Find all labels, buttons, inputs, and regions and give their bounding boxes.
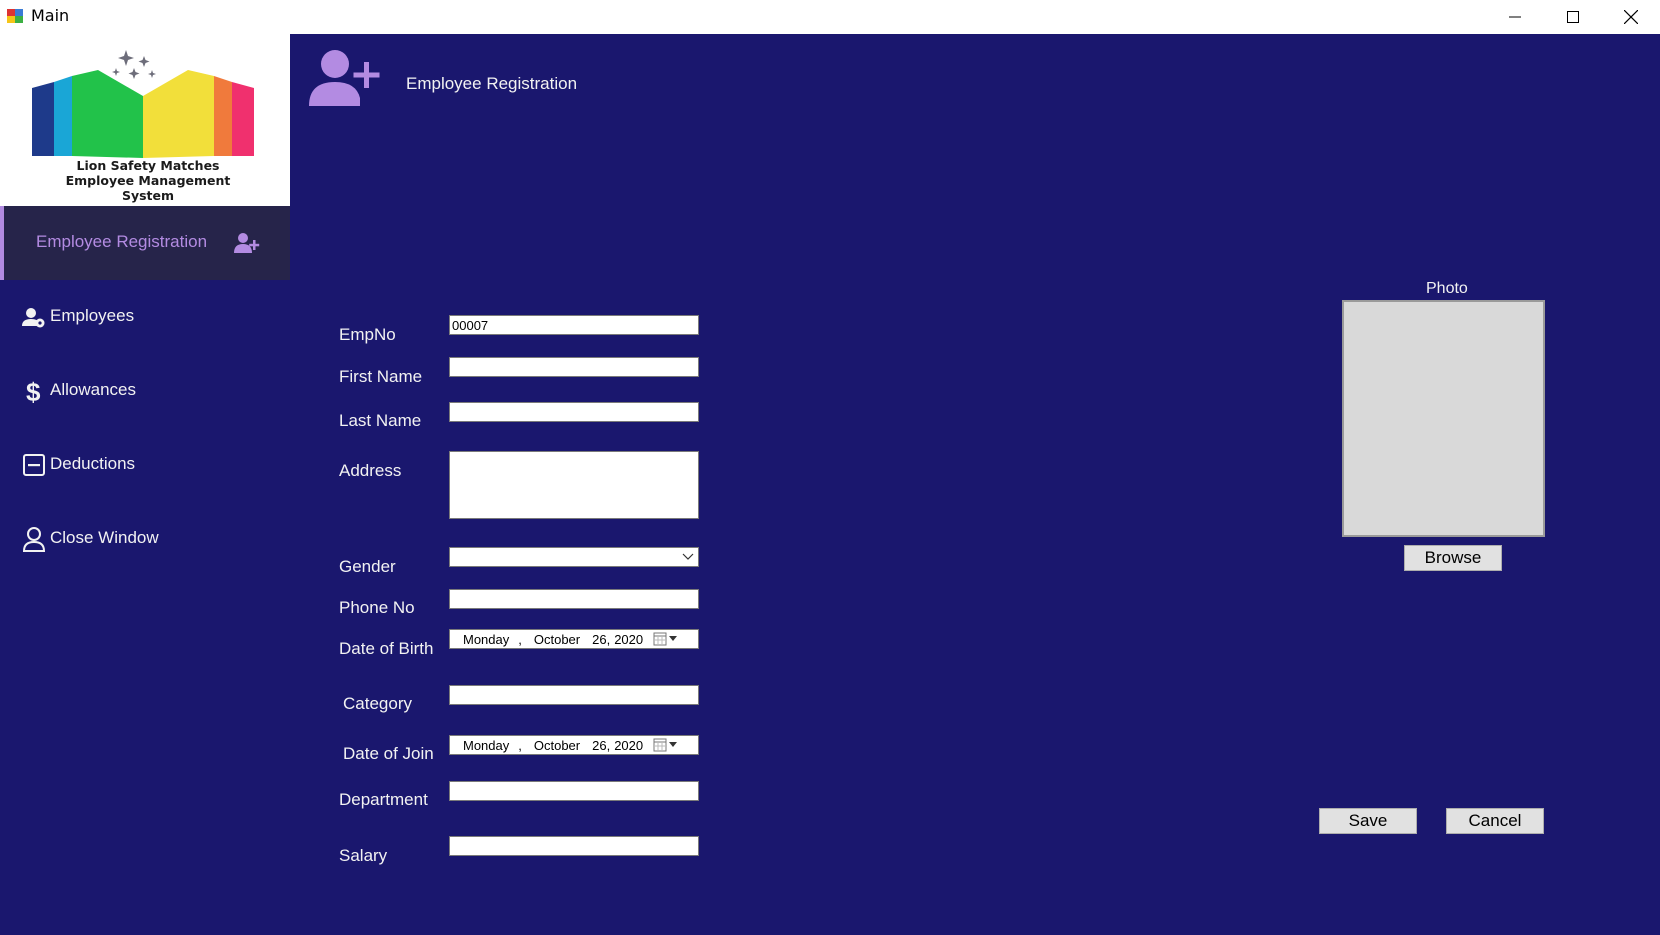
- user-outline-icon: [22, 527, 46, 552]
- logo-line-2: Employee Management: [65, 173, 231, 188]
- active-indicator: [0, 206, 4, 280]
- close-button[interactable]: [1602, 0, 1660, 34]
- app-icon: [7, 9, 23, 23]
- main-window-content: Lion Safety Matches Employee Management …: [0, 34, 1660, 935]
- sidebar-item-close-window[interactable]: Close Window: [0, 514, 290, 564]
- logo-line-1: Lion Safety Matches: [76, 158, 220, 173]
- cancel-button[interactable]: Cancel: [1446, 808, 1544, 834]
- empno-field[interactable]: 00007: [449, 315, 699, 335]
- dob-label: Date of Birth: [339, 639, 434, 658]
- minimize-button[interactable]: [1486, 0, 1544, 34]
- logo-panel: Lion Safety Matches Employee Management …: [0, 34, 290, 206]
- sidebar-item-label: Employee Registration: [36, 232, 208, 251]
- salary-label: Salary: [339, 846, 388, 865]
- first-name-field[interactable]: [449, 357, 699, 377]
- logo-line-3: System: [121, 188, 175, 203]
- category-field[interactable]: [449, 685, 699, 705]
- phone-field[interactable]: [449, 589, 699, 609]
- header-user-plus-icon: [309, 50, 380, 106]
- users-icon: [22, 308, 45, 328]
- doj-weekday: Monday: [463, 737, 510, 753]
- browse-button[interactable]: Browse: [1404, 545, 1502, 571]
- close-icon: [1624, 10, 1638, 24]
- dob-year: 2020: [614, 631, 644, 647]
- dob-month: October: [533, 631, 581, 647]
- window-title: Main: [31, 6, 70, 25]
- sidebar-item-deductions[interactable]: Deductions: [0, 440, 290, 490]
- sidebar-item-label: Deductions: [50, 454, 136, 473]
- address-field[interactable]: [449, 451, 699, 519]
- sidebar: Lion Safety Matches Employee Management …: [0, 34, 290, 935]
- sidebar-item-employee-registration[interactable]: Employee Registration: [0, 206, 290, 280]
- user-plus-icon: [234, 233, 260, 253]
- page-title: Employee Registration: [406, 74, 578, 93]
- photo-preview: [1342, 300, 1545, 537]
- photo-label: Photo: [1426, 280, 1468, 297]
- dob-datepicker[interactable]: Monday , October 26, 2020: [449, 629, 699, 649]
- dob-weekday: Monday: [463, 631, 510, 647]
- doj-datepicker[interactable]: Monday , October 26, 2020: [449, 735, 699, 755]
- window-titlebar: Main: [0, 0, 1660, 34]
- chevron-down-icon: [682, 553, 694, 560]
- sidebar-item-label: Close Window: [50, 528, 159, 547]
- doj-day: 26,: [592, 737, 611, 753]
- logo-text: Lion Safety Matches Employee Management …: [38, 158, 258, 203]
- calendar-dropdown-icon[interactable]: [653, 632, 679, 646]
- maximize-button[interactable]: [1544, 0, 1602, 34]
- phone-label: Phone No: [339, 598, 415, 617]
- gender-label: Gender: [339, 557, 396, 576]
- calendar-dropdown-icon[interactable]: [653, 738, 679, 752]
- doj-separator: ,: [518, 737, 522, 753]
- last-name-label: Last Name: [339, 411, 422, 430]
- dollar-icon: $: [26, 378, 41, 404]
- doj-year: 2020: [614, 737, 644, 753]
- maximize-icon: [1567, 11, 1579, 23]
- sidebar-item-employees[interactable]: Employees: [0, 292, 290, 342]
- sidebar-item-label: Allowances: [50, 380, 136, 399]
- department-label: Department: [339, 790, 428, 809]
- sidebar-item-label: Employees: [50, 306, 135, 325]
- address-label: Address: [339, 461, 402, 480]
- empno-label: EmpNo: [339, 325, 396, 344]
- minus-square-icon: [23, 454, 45, 476]
- dob-separator: ,: [518, 631, 522, 647]
- first-name-label: First Name: [339, 367, 423, 386]
- svg-text:$: $: [26, 378, 41, 404]
- gender-select[interactable]: [449, 547, 699, 567]
- category-label: Category: [343, 694, 412, 713]
- minimize-icon: [1509, 16, 1521, 18]
- salary-field[interactable]: [449, 836, 699, 856]
- save-button[interactable]: Save: [1319, 808, 1417, 834]
- doj-month: October: [533, 737, 581, 753]
- dob-day: 26,: [592, 631, 611, 647]
- logo-book-icon: [32, 50, 254, 158]
- last-name-field[interactable]: [449, 402, 699, 422]
- doj-label: Date of Join: [343, 744, 434, 763]
- department-field[interactable]: [449, 781, 699, 801]
- sidebar-item-allowances[interactable]: $ Allowances: [0, 366, 290, 416]
